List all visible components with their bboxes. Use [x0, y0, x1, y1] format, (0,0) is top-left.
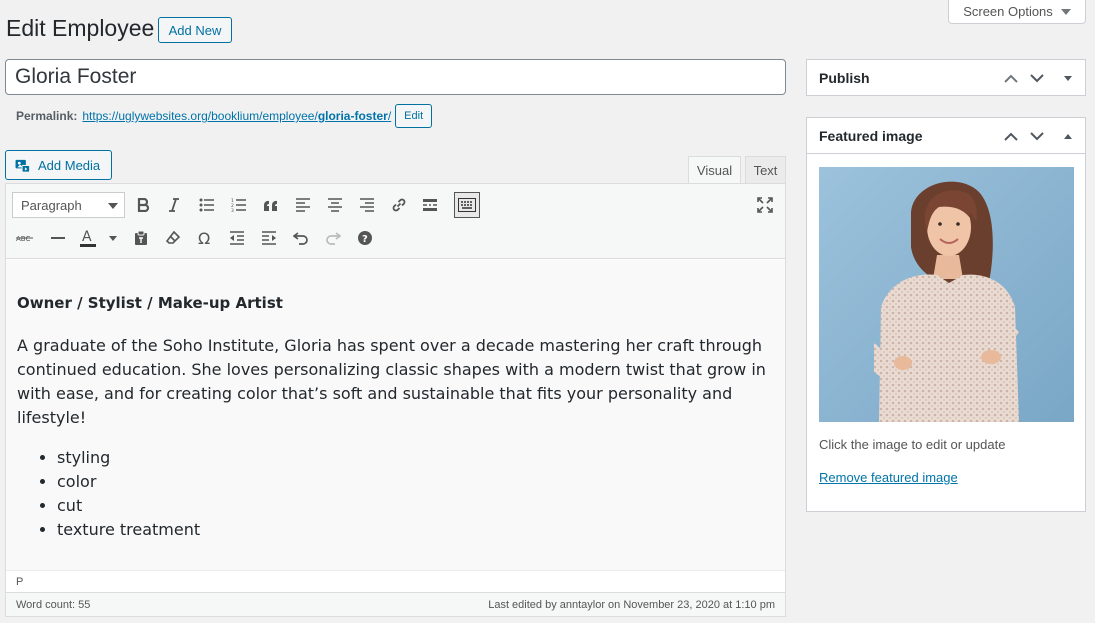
woman-portrait-image [819, 167, 1074, 422]
add-media-label: Add Media [38, 157, 101, 173]
featured-image-box: Featured image Click the image to edit o… [806, 117, 1086, 512]
link-icon[interactable] [386, 192, 412, 218]
publish-title: Publish [819, 70, 870, 86]
special-character-icon[interactable]: Ω [192, 225, 218, 251]
last-edited: Last edited by anntaylor on November 23,… [488, 598, 775, 611]
bold-icon[interactable] [130, 192, 156, 218]
caret-down-icon [1060, 8, 1071, 15]
help-icon[interactable]: ? [352, 225, 378, 251]
list-item: texture treatment [57, 518, 774, 542]
add-new-button[interactable]: Add New [158, 17, 232, 43]
element-path-item[interactable]: P [16, 576, 23, 588]
page-title: Edit Employee [6, 15, 155, 41]
publish-box: Publish [806, 59, 1086, 96]
post-title-input[interactable] [5, 59, 786, 95]
redo-icon[interactable] [320, 225, 346, 251]
horizontal-line-icon[interactable] [45, 225, 71, 251]
chevron-down-icon[interactable] [1028, 128, 1046, 144]
element-path: P [6, 570, 785, 592]
permalink-slug: gloria-foster [317, 109, 388, 123]
svg-text:3: 3 [231, 208, 234, 212]
format-select[interactable]: Paragraph [12, 192, 125, 218]
list-item: styling [57, 446, 774, 470]
permalink-edit-button[interactable]: Edit [395, 104, 433, 128]
svg-text:?: ? [362, 234, 368, 245]
svg-text:ABC: ABC [16, 235, 30, 243]
chevron-down-icon[interactable] [1028, 70, 1046, 86]
fullscreen-icon[interactable] [752, 192, 778, 218]
editor-content[interactable]: Owner / Stylist / Make-up Artist A gradu… [6, 260, 785, 570]
remove-featured-image-link[interactable]: Remove featured image [819, 470, 958, 485]
content-editor: Paragraph 123 ABC A Ω ? Owner / Stylist … [5, 183, 786, 617]
tab-visual[interactable]: Visual [688, 156, 741, 184]
format-select-value: Paragraph [21, 197, 82, 213]
list-item: cut [57, 494, 774, 518]
svg-text:A: A [82, 229, 92, 245]
chevron-up-icon[interactable] [1002, 128, 1020, 144]
svg-text:Ω: Ω [198, 230, 210, 246]
permalink-url-base: https://uglywebsites.org/booklium/employ… [82, 109, 318, 123]
content-paragraph: A graduate of the Soho Institute, Gloria… [17, 336, 766, 427]
chevron-down-icon [108, 203, 118, 209]
featured-image-title: Featured image [819, 127, 923, 144]
list-item: color [57, 470, 774, 494]
permalink-link[interactable]: https://uglywebsites.org/booklium/employ… [82, 109, 391, 123]
permalink-label: Permalink: [16, 109, 78, 123]
blockquote-icon[interactable] [258, 192, 284, 218]
editor-status-bar: Word count: 55 Last edited by anntaylor … [6, 592, 785, 616]
toolbar-toggle-icon[interactable] [454, 192, 480, 218]
align-left-icon[interactable] [290, 192, 316, 218]
paste-text-icon[interactable] [128, 225, 154, 251]
undo-icon[interactable] [288, 225, 314, 251]
featured-image-hint: Click the image to edit or update [819, 437, 1006, 452]
align-right-icon[interactable] [354, 192, 380, 218]
italic-icon[interactable] [161, 192, 187, 218]
add-media-button[interactable]: Add Media [5, 150, 112, 180]
collapse-toggle-icon[interactable] [1059, 70, 1077, 86]
screen-options-label: Screen Options [963, 4, 1053, 19]
outdent-icon[interactable] [224, 225, 250, 251]
permalink-row: Permalink: https://uglywebsites.org/book… [16, 104, 433, 128]
indent-icon[interactable] [256, 225, 282, 251]
publish-header[interactable]: Publish [807, 60, 1085, 96]
content-heading: Owner / Stylist / Make-up Artist [17, 294, 283, 312]
chevron-up-icon[interactable] [1002, 70, 1020, 86]
bulleted-list-icon[interactable] [194, 192, 220, 218]
featured-image[interactable] [819, 167, 1074, 422]
strikethrough-icon[interactable]: ABC [12, 225, 38, 251]
numbered-list-icon[interactable]: 123 [226, 192, 252, 218]
content-list: styling color cut texture treatment [17, 446, 774, 542]
text-color-icon[interactable]: A [76, 225, 120, 251]
read-more-icon[interactable] [417, 192, 443, 218]
align-center-icon[interactable] [322, 192, 348, 218]
clear-formatting-icon[interactable] [160, 225, 186, 251]
permalink-url-suffix: / [387, 109, 392, 123]
editor-toolbar: Paragraph 123 ABC A Ω ? [6, 184, 785, 259]
tab-text[interactable]: Text [745, 156, 786, 184]
collapse-toggle-icon[interactable] [1059, 128, 1077, 144]
word-count: Word count: 55 [16, 598, 91, 611]
screen-options-button[interactable]: Screen Options [948, 0, 1086, 24]
add-media-icon [15, 159, 31, 173]
featured-image-header[interactable]: Featured image [807, 118, 1085, 154]
